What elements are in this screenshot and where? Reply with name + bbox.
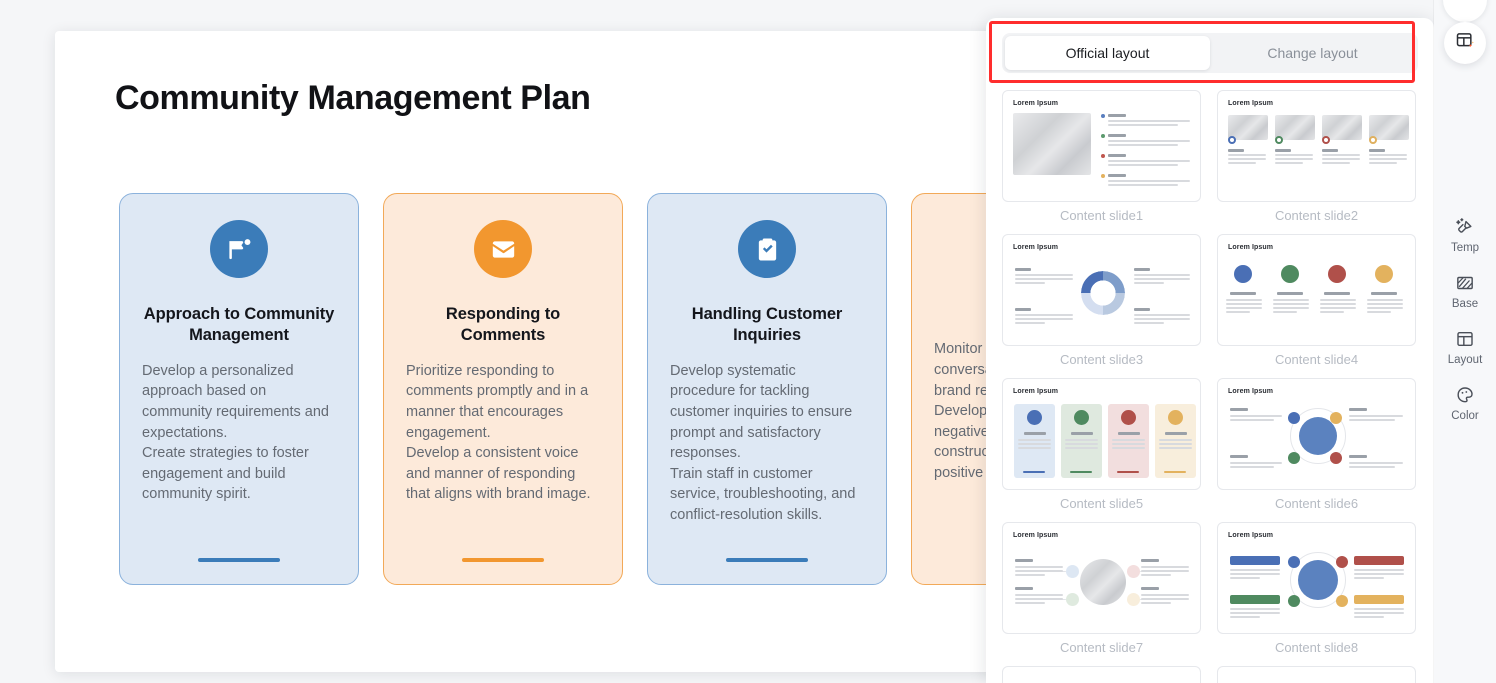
thumbnail-cell-content-slide6[interactable]: Lorem Ipsum Content slide6 — [1217, 378, 1416, 511]
palette-icon — [1455, 384, 1475, 406]
thumbnail-image-block — [1013, 113, 1091, 175]
thumbnail-next-a[interactable] — [1002, 666, 1201, 683]
rail-item-label: Base — [1451, 298, 1479, 310]
thumbnail-cell-content-slide5[interactable]: Lorem Ipsum Content slide5 — [1002, 378, 1201, 511]
thumbnail-label: Content slide3 — [1059, 352, 1144, 367]
thumbnail-cell-content-slide1[interactable]: Lorem Ipsum Content slide1 — [1002, 90, 1201, 223]
thumbnail-heading: Lorem Ipsum — [1228, 388, 1274, 395]
thumbnail-row: Lorem Ipsum — [1002, 234, 1418, 367]
rail-item-layout[interactable]: Layout — [1434, 328, 1496, 366]
tab-change-layout[interactable]: Change layout — [1210, 36, 1415, 70]
slide-card-approach-to-community-management[interactable]: Approach to Community Management Develop… — [119, 193, 359, 585]
clipboard-check-icon — [738, 220, 796, 278]
rail-item-temp[interactable]: Temp — [1434, 216, 1496, 254]
rail-top-decoration — [1443, 0, 1487, 22]
thumbnail-content-slide2[interactable]: Lorem Ipsum — [1217, 90, 1416, 202]
thumbnail-content-slide3[interactable]: Lorem Ipsum — [1002, 234, 1201, 346]
page-title: Community Management Plan — [115, 79, 591, 117]
thumbnail-label: Content slide5 — [1059, 496, 1144, 511]
thumbnail-content-slide4[interactable]: Lorem Ipsum — [1217, 234, 1416, 346]
layout-tabbar: Official layout Change layout — [1002, 33, 1418, 73]
thumbnail-cell-content-slide8[interactable]: Lorem Ipsum Content slide8 — [1217, 522, 1416, 655]
card-title: Handling Customer Inquiries — [691, 305, 843, 345]
magic-wand-icon — [1455, 216, 1475, 238]
slide-card-responding-to-comments[interactable]: Responding to Comments Prioritize respon… — [383, 193, 623, 585]
add-layout-button[interactable] — [1444, 22, 1486, 64]
thumbnail-content-slide7[interactable]: Lorem Ipsum — [1002, 522, 1201, 634]
rail-item-label: Color — [1451, 410, 1479, 422]
thumbnail-row: Lorem Ipsum — [1002, 522, 1418, 655]
app-root: Community Management Plan Approach to Co… — [0, 0, 1496, 683]
rail-item-color[interactable]: Color — [1434, 384, 1496, 422]
card-title: Approach to Community Management — [143, 305, 335, 345]
card-accent-bar — [198, 558, 280, 562]
thumbnail-heading: Lorem Ipsum — [1228, 532, 1274, 539]
right-toolbar: Temp Base Layout Color — [1434, 0, 1496, 683]
thumbnail-cell-content-slide3[interactable]: Lorem Ipsum Content slide3 — [1002, 234, 1201, 367]
rail-items: Temp Base Layout Color — [1434, 216, 1496, 440]
tab-official-layout[interactable]: Official layout — [1005, 36, 1210, 70]
rail-item-label: Temp — [1450, 242, 1480, 254]
thumbnail-cell-content-slide2[interactable]: Lorem Ipsum Content slide2 — [1217, 90, 1416, 223]
flag-icon — [210, 220, 268, 278]
thumbnail-heading: Lorem Ipsum — [1013, 244, 1059, 251]
thumbnail-label: Content slide1 — [1059, 208, 1144, 223]
thumbnail-content-slide1[interactable]: Lorem Ipsum — [1002, 90, 1201, 202]
thumbnail-heading: Lorem Ipsum — [1228, 100, 1274, 107]
card-title: Responding to Comments — [445, 305, 561, 345]
thumbnail-label: Content slide2 — [1274, 208, 1359, 223]
slide-card-handling-customer-inquiries[interactable]: Handling Customer Inquiries Develop syst… — [647, 193, 887, 585]
thumbnail-cell-content-slide7[interactable]: Lorem Ipsum Content slide7 — [1002, 522, 1201, 655]
thumbnail-label: Content slide6 — [1274, 496, 1359, 511]
thumbnail-row: Lorem Ipsum — [1002, 90, 1418, 223]
thumbnail-heading: Lorem Ipsum — [1013, 532, 1059, 539]
thumbnail-cell-next-a[interactable] — [1002, 666, 1201, 683]
card-accent-bar — [726, 558, 808, 562]
rail-item-base[interactable]: Base — [1434, 272, 1496, 310]
thumbnail-heading: Lorem Ipsum — [1013, 100, 1059, 107]
thumbnail-next-b[interactable] — [1217, 666, 1416, 683]
thumbnail-donut-chart — [1081, 271, 1125, 315]
thumbnail-row — [1002, 666, 1418, 683]
card-body: Prioritize responding to comments prompt… — [406, 362, 591, 503]
card-accent-bar — [462, 558, 544, 562]
layout-thumbnail-grid[interactable]: Lorem Ipsum Content slide1 Lorem Ipsum C… — [986, 90, 1434, 683]
mail-icon — [474, 220, 532, 278]
thumbnail-label: Content slide7 — [1059, 640, 1144, 655]
layout-sparkle-icon — [1455, 31, 1475, 56]
card-body: Develop systematic procedure for tacklin… — [670, 362, 856, 523]
thumbnail-content-slide5[interactable]: Lorem Ipsum — [1002, 378, 1201, 490]
layout-tabbar-wrap: Official layout Change layout — [989, 21, 1418, 83]
rail-item-label: Layout — [1447, 354, 1483, 366]
thumbnail-heading: Lorem Ipsum — [1228, 244, 1274, 251]
thumbnail-cell-content-slide4[interactable]: Lorem Ipsum Content slide4 — [1217, 234, 1416, 367]
thumbnail-heading: Lorem Ipsum — [1013, 388, 1059, 395]
layout-panel: Official layout Change layout Lorem Ipsu… — [986, 18, 1434, 683]
thumbnail-label: Content slide4 — [1274, 352, 1359, 367]
thumbnail-label: Content slide8 — [1274, 640, 1359, 655]
thumbnail-content-slide8[interactable]: Lorem Ipsum — [1217, 522, 1416, 634]
hatch-square-icon — [1455, 272, 1475, 294]
card-body: Develop a personalized approach based on… — [142, 362, 329, 503]
thumbnail-content-slide6[interactable]: Lorem Ipsum — [1217, 378, 1416, 490]
layout-grid-icon — [1455, 328, 1475, 350]
thumbnail-cell-next-b[interactable] — [1217, 666, 1416, 683]
thumbnail-row: Lorem Ipsum — [1002, 378, 1418, 511]
